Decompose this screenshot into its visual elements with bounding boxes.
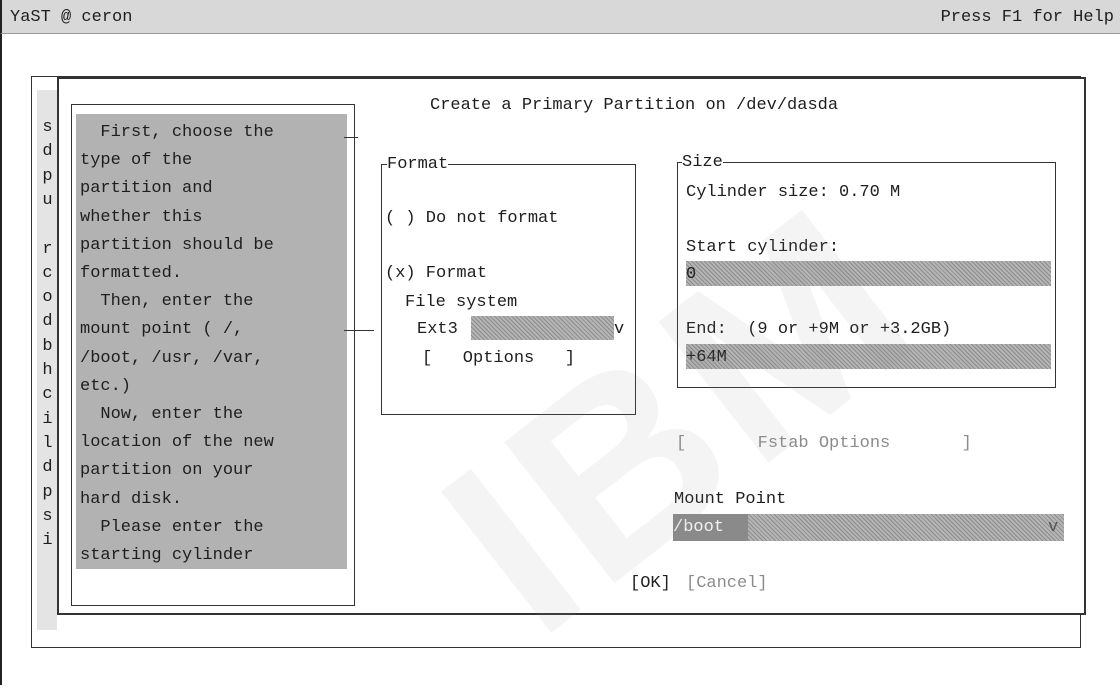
- background-letter: d: [42, 312, 53, 332]
- dialog-title: Create a Primary Partition on /dev/dasda: [430, 96, 839, 115]
- format-legend: Format: [387, 155, 449, 174]
- help-line: hard disk.: [80, 489, 183, 509]
- start-cylinder-value: 0: [686, 265, 697, 284]
- mount-point-label: Mount Point: [674, 490, 787, 509]
- file-system-combobox[interactable]: [471, 316, 614, 340]
- screen-left-border: [0, 34, 2, 685]
- help-line: whether this: [80, 207, 203, 227]
- file-system-label: File system: [405, 293, 518, 312]
- mount-point-value: /boot: [673, 518, 725, 537]
- help-line: etc.): [80, 376, 132, 396]
- help-line: partition on your: [80, 461, 254, 481]
- background-letter: u: [42, 190, 53, 210]
- background-letter: l: [42, 433, 53, 453]
- help-scroll-tick-2: [344, 330, 374, 331]
- ok-button[interactable]: [OK]: [630, 574, 671, 593]
- mount-point-arrow[interactable]: v: [1048, 518, 1058, 537]
- background-letter: c: [42, 263, 53, 283]
- help-line: partition should be: [80, 235, 274, 255]
- help-hint: Press F1 for Help: [940, 8, 1114, 27]
- help-line: partition and: [80, 179, 213, 199]
- help-line: formatted.: [80, 264, 183, 283]
- fstab-options-button[interactable]: [ Fstab Options ]: [676, 434, 972, 453]
- background-letter: b: [42, 336, 53, 356]
- background-letter: p: [42, 482, 53, 502]
- help-line: mount point ( /,: [80, 320, 244, 340]
- help-line: location of the new: [80, 433, 274, 453]
- end-value: +64M: [686, 348, 727, 367]
- background-letter: i: [42, 409, 53, 429]
- background-letter: i: [42, 531, 53, 551]
- background-letter: h: [42, 361, 53, 380]
- background-letter: o: [42, 288, 53, 308]
- help-line: type of the: [80, 151, 193, 171]
- app-title: YaST @ ceron: [10, 8, 133, 27]
- cancel-button[interactable]: [Cancel]: [686, 574, 768, 593]
- background-letter: d: [42, 458, 53, 478]
- end-input[interactable]: [686, 344, 1051, 369]
- background-letter: s: [42, 506, 53, 526]
- background-letter: d: [42, 142, 53, 162]
- help-line: Then, enter the: [80, 292, 254, 312]
- background-letter: r: [42, 239, 53, 259]
- size-legend: Size: [682, 153, 723, 172]
- start-cylinder-label: Start cylinder:: [686, 238, 840, 257]
- title-bar: YaST @ ceron Press F1 for Help: [0, 0, 1120, 34]
- end-label: End: (9 or +9M or +3.2GB): [686, 320, 952, 339]
- help-scroll-tick-1: [344, 137, 358, 138]
- background-letter: p: [42, 166, 53, 186]
- file-system-arrow[interactable]: v: [614, 320, 624, 339]
- help-line: starting cylinder: [80, 546, 254, 565]
- file-system-value: Ext3: [417, 320, 458, 339]
- background-letter: s: [42, 118, 53, 137]
- options-button[interactable]: [ Options ]: [422, 349, 575, 368]
- start-cylinder-input[interactable]: [686, 261, 1051, 286]
- help-line: /boot, /usr, /var,: [80, 348, 264, 368]
- help-line: First, choose the: [80, 123, 274, 142]
- background-letter: c: [42, 385, 53, 405]
- help-line: Please enter the: [80, 517, 264, 537]
- do-not-format-radio[interactable]: ( ) Do not format: [385, 209, 558, 228]
- help-line: Now, enter the: [80, 405, 244, 424]
- format-radio[interactable]: (x) Format: [385, 264, 487, 283]
- format-frame: [381, 164, 636, 415]
- cylinder-size: Cylinder size: 0.70 M: [686, 183, 901, 202]
